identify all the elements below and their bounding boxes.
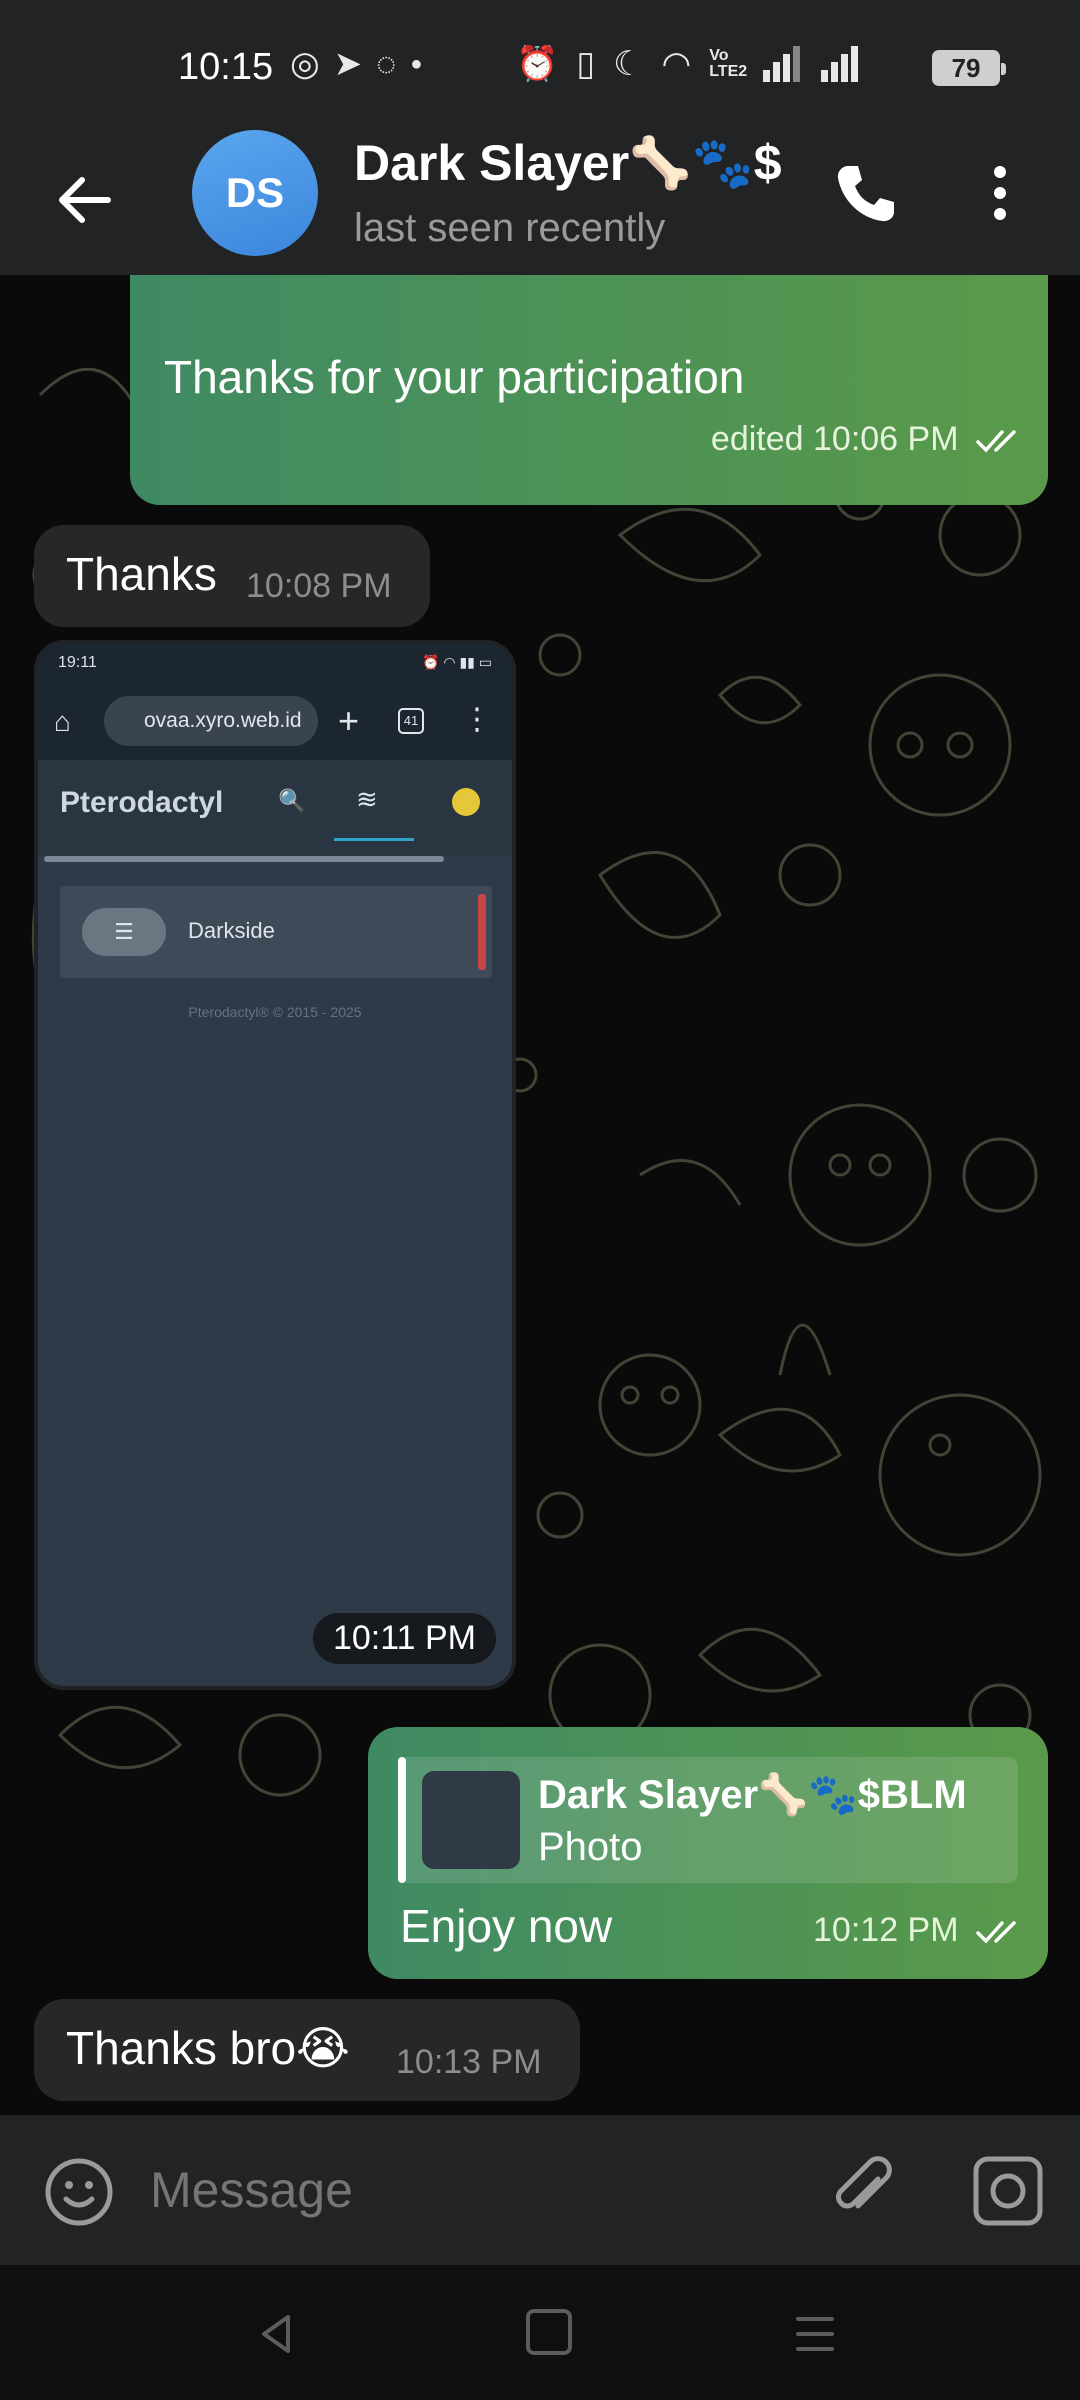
message-time: 10:13 PM: [396, 2043, 542, 2081]
message-meta: edited 10:06 PM: [711, 420, 1026, 459]
photo-url: ovaa.xyro.web.id: [104, 696, 318, 746]
search-icon: 🔍: [278, 788, 306, 813]
user-avatar-icon: [452, 788, 480, 816]
message-meta: 10:12 PM: [813, 1911, 1026, 1950]
message-time: edited 10:06 PM: [710, 420, 959, 458]
double-check-icon: [976, 430, 1016, 453]
emoji-icon[interactable]: [42, 2155, 116, 2229]
reply-type: Photo: [538, 1825, 643, 1869]
message-text: Thanks bro😭: [66, 2022, 350, 2074]
plus-icon: +: [338, 700, 360, 741]
photo-server-name: Darkside: [188, 918, 275, 943]
photo-footer: Pterodactyl® © 2015 - 2025: [188, 1004, 362, 1020]
reply-accent-bar: [398, 1757, 406, 1883]
vibrate-icon: ▯: [576, 45, 596, 83]
whatsapp-icon: ◌: [376, 44, 397, 83]
more-options-icon[interactable]: [980, 158, 1020, 228]
tabs-count: 41: [398, 708, 424, 734]
wifi-icon: ◠: [661, 45, 692, 83]
message-text: Thanks for your participation: [164, 351, 745, 403]
nav-back-icon[interactable]: [252, 2309, 302, 2359]
reply-sender-name: Dark Slayer🦴🐾$BLM: [538, 1773, 967, 1817]
back-arrow-icon[interactable]: [50, 165, 120, 235]
attach-icon[interactable]: [824, 2151, 904, 2231]
double-check-icon: [976, 1921, 1016, 1944]
photo-status-icons: ⏰ ◠ ▮▮ ▭: [422, 654, 492, 670]
notification-icons: ◎ ➤ ◌ ●: [290, 44, 422, 84]
photo-message[interactable]: 19:11 ⏰ ◠ ▮▮ ▭ ⌂ ovaa.xyro.web.id + 41 ⋮…: [34, 640, 516, 1690]
dot-icon: ●: [410, 52, 423, 75]
server-icon: ☰: [82, 908, 166, 956]
photo-status-bar: 19:11 ⏰ ◠ ▮▮ ▭: [38, 644, 512, 684]
menu-dots-icon: ⋮: [462, 703, 492, 736]
server-status-bar: [478, 894, 486, 970]
message-text: Enjoy now: [400, 1900, 613, 1952]
chat-area[interactable]: Thanks for your participation edited 10:…: [0, 275, 1080, 2115]
message-text: Thanks: [66, 548, 217, 600]
photo-browser-bar: ⌂ ovaa.xyro.web.id + 41 ⋮: [38, 684, 512, 760]
photo-time: 10:11 PM: [312, 1613, 496, 1664]
message-time: 10:12 PM: [813, 1911, 959, 1949]
battery-icon: 79: [932, 50, 1006, 86]
message-composer: [0, 2115, 1080, 2265]
phone-icon[interactable]: [830, 158, 900, 228]
photo-app-nav: Pterodactyl 🔍 ≋: [38, 760, 512, 856]
do-not-disturb-icon: ☾: [613, 45, 644, 83]
home-icon: ⌂: [54, 706, 71, 737]
photo-brand: Pterodactyl: [60, 786, 224, 819]
message-bubble-outgoing[interactable]: Thanks for your participation edited 10:…: [130, 275, 1048, 505]
system-nav-bar: [0, 2265, 1080, 2400]
signal-icon-1: [763, 46, 803, 82]
message-input[interactable]: [150, 2155, 770, 2225]
telegram-icon: ➤: [333, 45, 363, 83]
camera-icon[interactable]: [970, 2153, 1046, 2229]
message-bubble-outgoing-reply[interactable]: Dark Slayer🦴🐾$BLM Photo Enjoy now 10:12 …: [368, 1727, 1048, 1979]
system-status-icons: ⏰ ▯ ☾ ◠ Vo LTE2: [516, 44, 861, 84]
reply-thumbnail: [422, 1771, 520, 1869]
contact-name[interactable]: Dark Slayer🦴🐾$: [354, 134, 794, 193]
photo-status-time: 19:11: [58, 654, 97, 671]
nav-home-icon[interactable]: [526, 2309, 572, 2355]
status-bar: 10:15 ◎ ➤ ◌ ● ⏰ ▯ ☾ ◠ Vo LTE2 79: [0, 0, 1080, 135]
message-bubble-incoming[interactable]: Thanks bro😭 10:13 PM: [34, 1999, 580, 2101]
alarm-icon: ⏰: [516, 45, 559, 83]
layers-icon: ≋: [356, 784, 378, 814]
message-bubble-incoming[interactable]: Thanks 10:08 PM: [34, 525, 430, 627]
contact-status: last seen recently: [354, 206, 666, 250]
signal-icon-2: [821, 46, 861, 82]
contact-avatar[interactable]: DS: [192, 130, 318, 256]
whatsapp-business-icon: ◎: [290, 45, 320, 83]
photo-progress-bar: [44, 856, 444, 862]
message-time: 10:08 PM: [246, 567, 392, 605]
volte-label: Vo LTE2: [709, 47, 748, 80]
nav-recents-icon[interactable]: [790, 2309, 840, 2359]
reply-preview[interactable]: Dark Slayer🦴🐾$BLM Photo: [398, 1757, 1018, 1883]
status-time: 10:15: [178, 46, 274, 88]
photo-server-row: ☰ Darkside: [60, 886, 492, 978]
active-tab-indicator: [334, 838, 414, 841]
